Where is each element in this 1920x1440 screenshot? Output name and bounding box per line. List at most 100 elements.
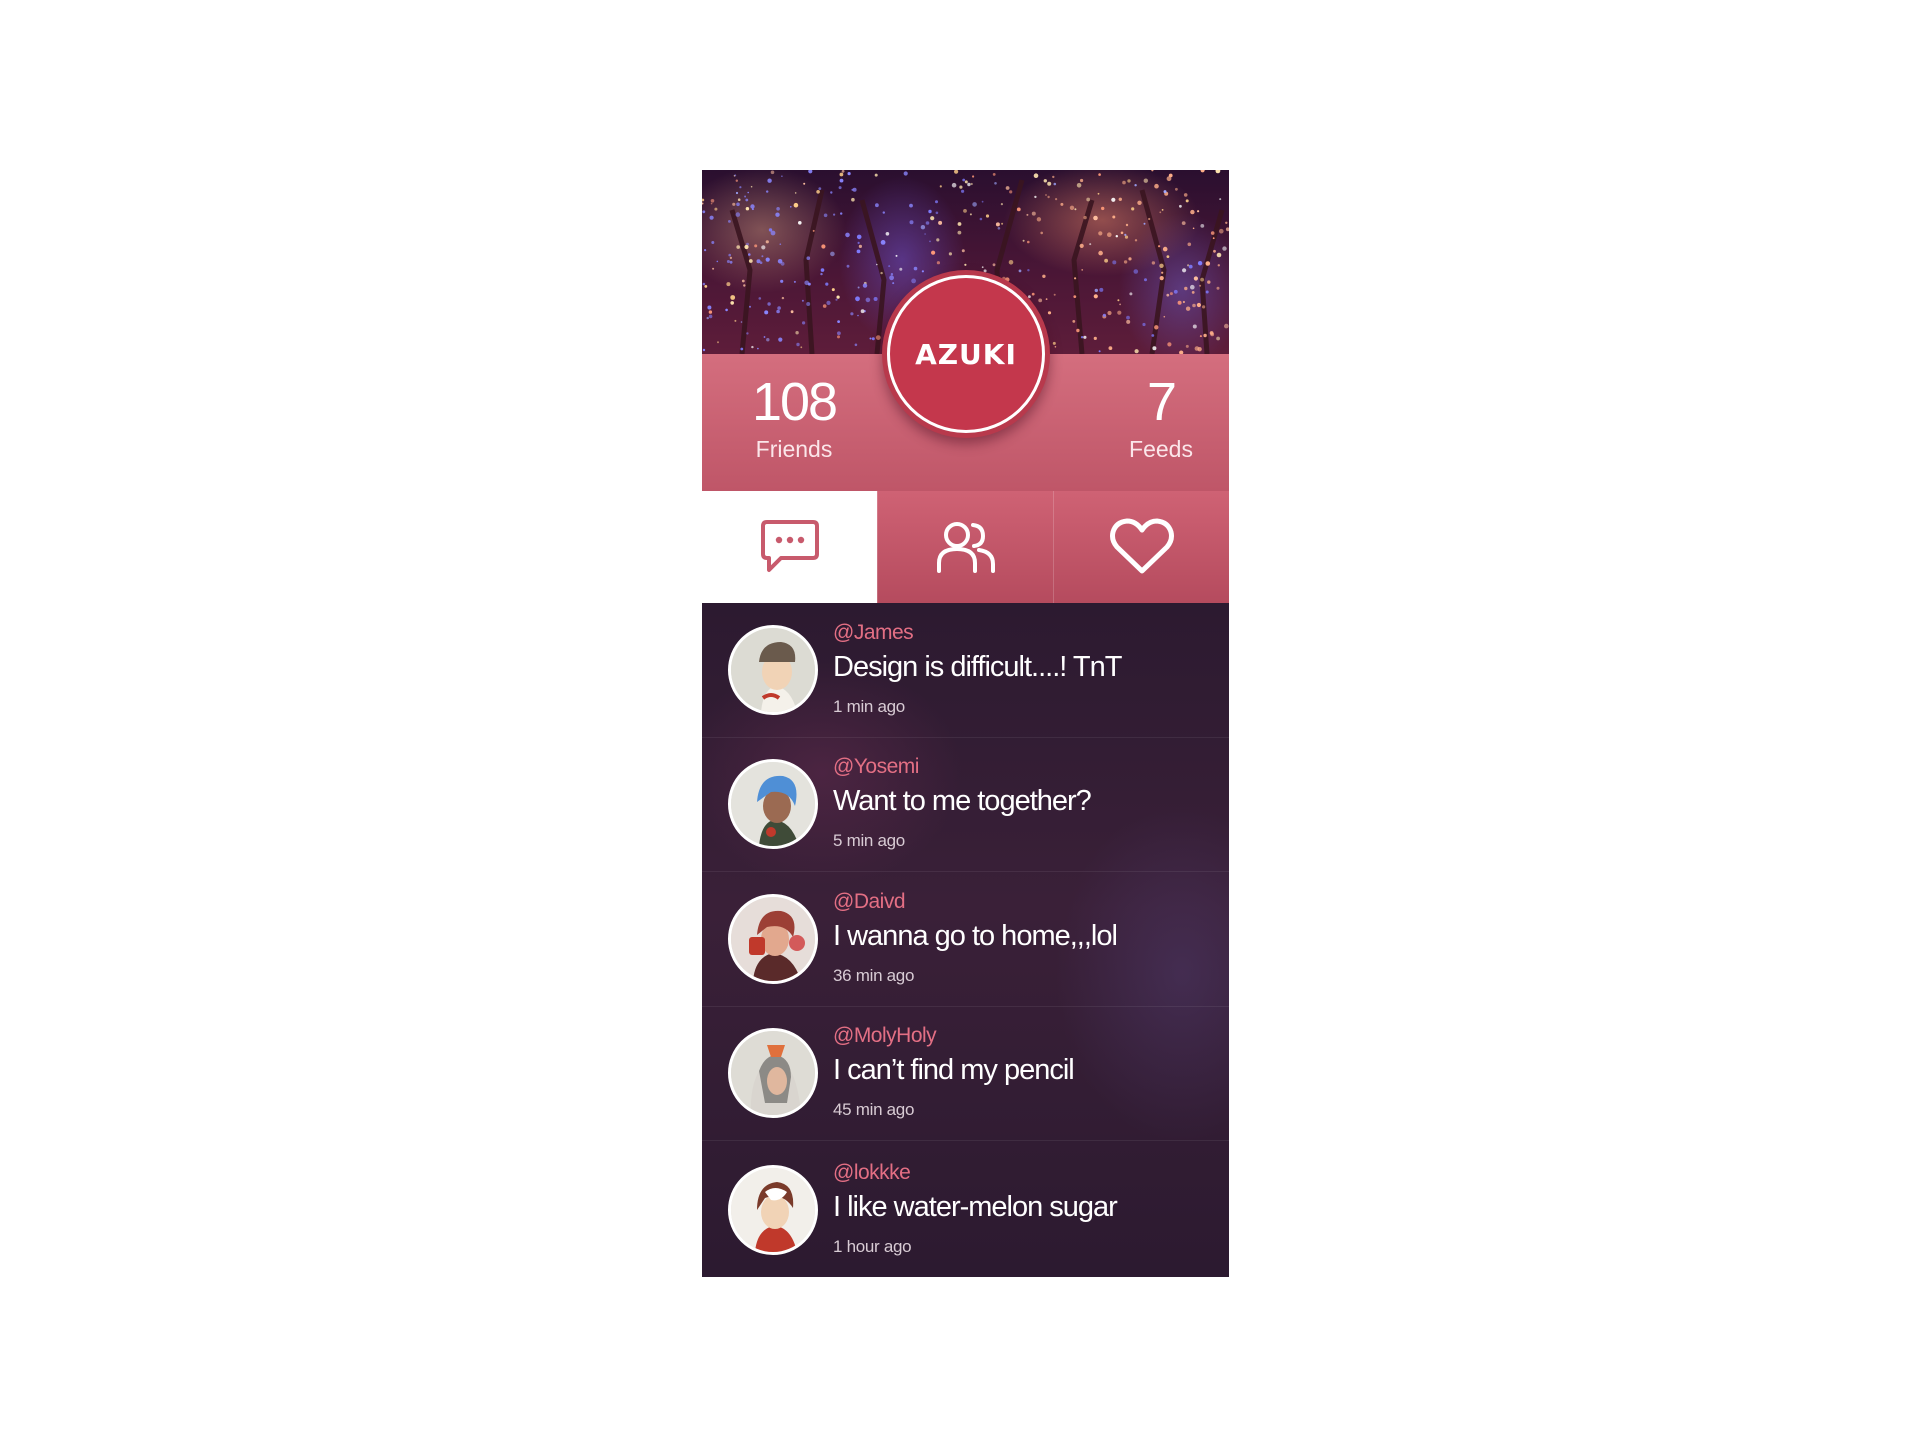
cover-light [726, 260, 730, 263]
cover-light [1199, 284, 1202, 287]
cover-light [930, 216, 935, 221]
friends-stat[interactable]: 108 Friends [734, 372, 854, 464]
cover-light [1190, 209, 1195, 215]
user-avatar[interactable] [728, 759, 818, 849]
cover-light [1184, 286, 1188, 291]
cover-light [765, 257, 770, 262]
cover-light [1093, 336, 1097, 340]
user-handle[interactable]: @MolyHoly [833, 1024, 937, 1048]
cover-light [798, 221, 802, 225]
cover-light [847, 172, 851, 176]
cover-light [1036, 217, 1042, 222]
cover-light [846, 264, 850, 268]
tab-messages[interactable] [702, 491, 877, 613]
profile-screen: 108 Friends 7 Feeds AZUKI @James Design … [702, 170, 1229, 1277]
user-handle[interactable]: @Yosemi [833, 755, 919, 779]
cover-light [857, 314, 859, 317]
cover-light [1192, 227, 1195, 230]
cover-light [1154, 325, 1159, 330]
cover-light [1192, 324, 1197, 329]
cover-light [909, 203, 913, 208]
cover-light [1009, 190, 1013, 194]
cover-light [702, 198, 705, 202]
cover-light [838, 186, 842, 190]
cover-light [1098, 350, 1101, 353]
user-handle[interactable]: @Daivd [833, 890, 906, 914]
cover-light [1152, 346, 1157, 351]
cover-light [899, 267, 903, 271]
cover-light [939, 185, 942, 188]
heart-icon [1109, 518, 1174, 574]
cover-light [948, 252, 952, 256]
feed-item[interactable]: @MolyHoly I can’t find my pencil 45 min … [702, 1006, 1229, 1141]
cover-light [860, 309, 865, 314]
cover-light [758, 297, 762, 300]
cover-light [796, 342, 800, 347]
cover-light [837, 320, 840, 323]
friends-count: 108 [751, 372, 838, 432]
user-avatar[interactable] [728, 1028, 818, 1118]
cover-light [781, 175, 783, 177]
user-avatar[interactable] [728, 1165, 818, 1255]
cover-light [740, 347, 744, 351]
users-icon [936, 522, 995, 573]
cover-light [779, 243, 782, 245]
feed-item[interactable]: @Yosemi Want to me together? 5 min ago [702, 737, 1229, 872]
cover-light [1031, 292, 1035, 296]
cover-light [1179, 204, 1182, 208]
cover-light [764, 310, 769, 315]
cover-light [1133, 269, 1139, 274]
cover-light [1185, 199, 1189, 203]
cover-light [1142, 322, 1146, 327]
user-handle[interactable]: @James [833, 621, 914, 645]
cover-light [1101, 206, 1105, 211]
cover-light [1205, 261, 1211, 266]
tab-favorites[interactable] [1053, 491, 1229, 603]
cover-light [1018, 269, 1022, 273]
cover-light [1161, 209, 1164, 211]
cover-light [1083, 215, 1087, 220]
cover-light [1144, 278, 1147, 282]
cover-light [706, 316, 709, 320]
cover-light [803, 182, 806, 185]
cover-light [808, 170, 813, 174]
feeds-stat[interactable]: 7 Feeds [1101, 372, 1221, 464]
cover-light [710, 199, 715, 203]
cover-light [1134, 349, 1139, 354]
tab-friends[interactable] [877, 491, 1053, 603]
cover-light [835, 298, 838, 301]
cover-light [1163, 190, 1167, 194]
cover-light [892, 282, 895, 285]
cover-light [712, 267, 715, 270]
cover-light [880, 271, 883, 275]
cover-light [1173, 289, 1178, 294]
cover-light [763, 336, 766, 338]
cover-light [1191, 291, 1195, 294]
cover-light [730, 295, 736, 300]
cover-light [830, 191, 833, 194]
feed-item[interactable]: @lokkke I like water-melon sugar 1 hour … [702, 1143, 1229, 1277]
user-avatar[interactable] [728, 625, 818, 715]
cover-light [725, 308, 728, 312]
feeds-count: 7 [1146, 372, 1177, 432]
feed-item[interactable]: @James Design is difficult....! TnT 1 mi… [702, 603, 1229, 738]
cover-light [767, 302, 771, 306]
cover-light [1193, 276, 1198, 281]
cover-light [737, 198, 741, 201]
cover-light [795, 331, 799, 335]
avatar-illustration [731, 1031, 815, 1115]
cover-light [751, 345, 754, 349]
cover-light [1112, 215, 1116, 219]
cover-light [857, 286, 860, 289]
profile-avatar[interactable]: AZUKI [882, 270, 1050, 438]
user-avatar[interactable] [728, 894, 818, 984]
cover-light [728, 220, 731, 223]
cover-light [880, 240, 886, 245]
user-handle[interactable]: @lokkke [833, 1161, 911, 1185]
cover-light [1225, 221, 1228, 224]
feed-item[interactable]: @Daivd I wanna go to home,,,lol 36 min a… [702, 872, 1229, 1007]
cover-light [1031, 211, 1036, 216]
cover-light [812, 229, 815, 232]
cover-light [821, 244, 826, 249]
cover-light [750, 185, 753, 188]
